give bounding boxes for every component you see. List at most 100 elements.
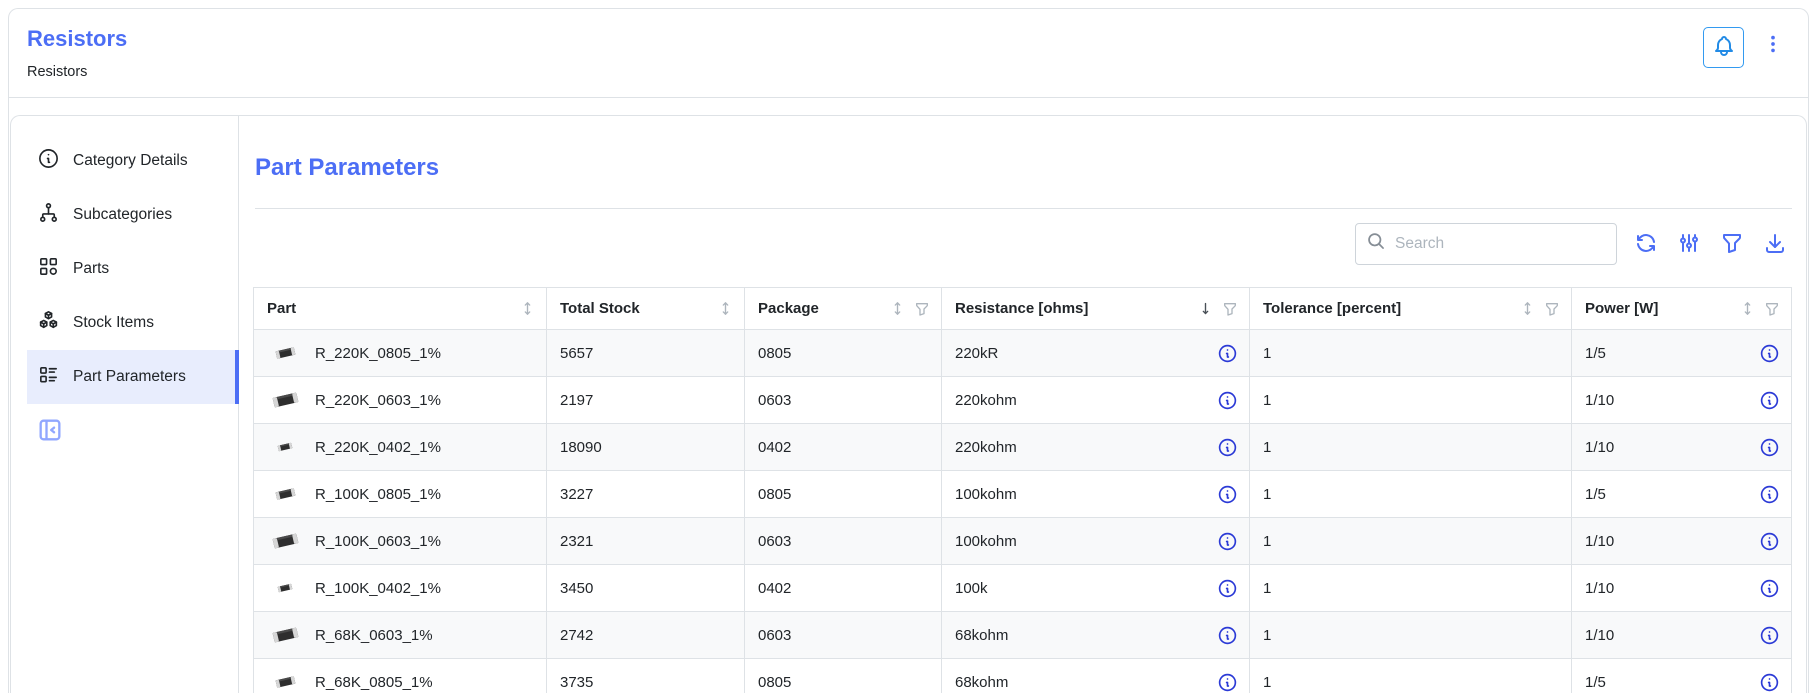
- page-header-right: [1703, 25, 1786, 68]
- part-name-link[interactable]: R_220K_0805_1%: [315, 345, 441, 362]
- part-name-link[interactable]: R_68K_0805_1%: [315, 674, 433, 691]
- overflow-menu-button[interactable]: [1760, 27, 1786, 64]
- column-header-power[interactable]: Power [W]: [1572, 288, 1792, 330]
- power-cell: 1/10: [1572, 377, 1792, 424]
- power-value: 1/10: [1585, 439, 1759, 456]
- table-row[interactable]: R_220K_0603_1% 2197 0603 220kohm 1 1/10: [254, 377, 1792, 424]
- breadcrumb[interactable]: Resistors: [27, 64, 127, 80]
- info-icon[interactable]: [1217, 343, 1238, 364]
- resistance-value: 100k: [955, 580, 1217, 597]
- column-filter-icon[interactable]: [1764, 301, 1780, 317]
- notifications-button[interactable]: [1703, 27, 1744, 68]
- part-name-link[interactable]: R_220K_0402_1%: [315, 439, 441, 456]
- column-header-package[interactable]: Package: [745, 288, 942, 330]
- info-icon[interactable]: [1759, 625, 1780, 646]
- info-icon[interactable]: [1217, 437, 1238, 458]
- tolerance-cell: 1: [1250, 377, 1572, 424]
- table-row[interactable]: R_100K_0603_1% 2321 0603 100kohm 1 1/10: [254, 518, 1792, 565]
- sidebar-item-parts[interactable]: Parts: [27, 242, 238, 296]
- sidebar-item-subcategories[interactable]: Subcategories: [27, 188, 238, 242]
- sort-updown-icon[interactable]: [520, 300, 535, 317]
- resistor-thumbnail-image: [267, 665, 303, 693]
- info-icon[interactable]: [1759, 531, 1780, 552]
- part-name-link[interactable]: R_100K_0603_1%: [315, 533, 441, 550]
- sidebar-item-category-details[interactable]: Category Details: [27, 134, 238, 188]
- tolerance-cell: 1: [1250, 471, 1572, 518]
- sidebar-item-label: Parts: [73, 260, 109, 278]
- adjustments-icon: [1677, 231, 1701, 258]
- refresh-icon: [1634, 231, 1658, 258]
- resistance-cell: 220kR: [942, 330, 1250, 377]
- sidebar-collapse-button[interactable]: [35, 416, 65, 446]
- table-row[interactable]: R_100K_0805_1% 3227 0805 100kohm 1 1/5: [254, 471, 1792, 518]
- column-header-part[interactable]: Part: [254, 288, 547, 330]
- part-cell: R_220K_0402_1%: [254, 424, 547, 471]
- table-row[interactable]: R_220K_0805_1% 5657 0805 220kR 1 1/5: [254, 330, 1792, 377]
- part-name-link[interactable]: R_220K_0603_1%: [315, 392, 441, 409]
- info-icon[interactable]: [1217, 390, 1238, 411]
- table-row[interactable]: R_68K_0603_1% 2742 0603 68kohm 1 1/10: [254, 612, 1792, 659]
- part-parameters-table: Part Total Stock: [253, 287, 1792, 693]
- column-filter-icon[interactable]: [914, 301, 930, 317]
- column-label: Package: [758, 300, 881, 317]
- info-icon[interactable]: [1759, 578, 1780, 599]
- sidebar-item-part-parameters[interactable]: Part Parameters: [27, 350, 238, 404]
- search-box[interactable]: [1355, 223, 1617, 265]
- column-header-total-stock[interactable]: Total Stock: [547, 288, 745, 330]
- part-name-link[interactable]: R_68K_0603_1%: [315, 627, 433, 644]
- power-value: 1/10: [1585, 580, 1759, 597]
- main-area: Part Parameters: [239, 116, 1807, 693]
- category-grid-icon: [37, 255, 60, 283]
- resistance-cell: 100kohm: [942, 518, 1250, 565]
- power-value: 1/5: [1585, 486, 1759, 503]
- part-cell: R_100K_0402_1%: [254, 565, 547, 612]
- sort-updown-icon[interactable]: [1520, 300, 1535, 317]
- sidebar: Category Details Subcategories: [11, 116, 239, 693]
- table-header-row: Part Total Stock: [254, 288, 1792, 330]
- info-icon[interactable]: [1759, 484, 1780, 505]
- resistance-value: 68kohm: [955, 674, 1217, 691]
- page-header-left: Resistors Resistors: [27, 25, 127, 80]
- table-row[interactable]: R_68K_0805_1% 3735 0805 68kohm 1 1/5: [254, 659, 1792, 693]
- sort-updown-icon[interactable]: [1740, 300, 1755, 317]
- part-name-link[interactable]: R_100K_0402_1%: [315, 580, 441, 597]
- tolerance-cell: 1: [1250, 659, 1572, 693]
- table-row[interactable]: R_100K_0402_1% 3450 0402 100k 1 1/10: [254, 565, 1792, 612]
- info-icon[interactable]: [1759, 390, 1780, 411]
- filter-button[interactable]: [1718, 229, 1746, 260]
- sidebar-collapse-icon: [36, 416, 64, 447]
- part-name-link[interactable]: R_100K_0805_1%: [315, 486, 441, 503]
- refresh-button[interactable]: [1632, 229, 1660, 260]
- info-icon[interactable]: [1759, 343, 1780, 364]
- column-settings-button[interactable]: [1675, 229, 1703, 260]
- info-icon[interactable]: [1217, 578, 1238, 599]
- part-cell: R_100K_0805_1%: [254, 471, 547, 518]
- info-icon[interactable]: [1217, 625, 1238, 646]
- sort-updown-icon[interactable]: [890, 300, 905, 317]
- info-icon[interactable]: [1217, 672, 1238, 693]
- total-stock-cell: 5657: [547, 330, 745, 377]
- column-filter-icon[interactable]: [1222, 301, 1238, 317]
- sidebar-item-label: Part Parameters: [73, 368, 186, 386]
- power-value: 1/5: [1585, 674, 1759, 691]
- table-row[interactable]: R_220K_0402_1% 18090 0402 220kohm 1 1/10: [254, 424, 1792, 471]
- total-stock-cell: 3227: [547, 471, 745, 518]
- resistance-cell: 100kohm: [942, 471, 1250, 518]
- info-icon[interactable]: [1759, 437, 1780, 458]
- sort-descending-icon[interactable]: [1198, 300, 1213, 317]
- sort-updown-icon[interactable]: [718, 300, 733, 317]
- info-icon[interactable]: [1759, 672, 1780, 693]
- filter-icon: [1720, 231, 1744, 258]
- info-icon[interactable]: [1217, 531, 1238, 552]
- download-button[interactable]: [1761, 229, 1789, 260]
- resistance-cell: 68kohm: [942, 659, 1250, 693]
- info-icon[interactable]: [1217, 484, 1238, 505]
- search-icon: [1366, 231, 1387, 257]
- column-filter-icon[interactable]: [1544, 301, 1560, 317]
- list-details-icon: [37, 363, 60, 391]
- search-input[interactable]: [1395, 235, 1606, 253]
- sidebar-item-stock-items[interactable]: Stock Items: [27, 296, 238, 350]
- table-toolbar: [253, 223, 1792, 265]
- column-header-resistance[interactable]: Resistance [ohms]: [942, 288, 1250, 330]
- column-header-tolerance[interactable]: Tolerance [percent]: [1250, 288, 1572, 330]
